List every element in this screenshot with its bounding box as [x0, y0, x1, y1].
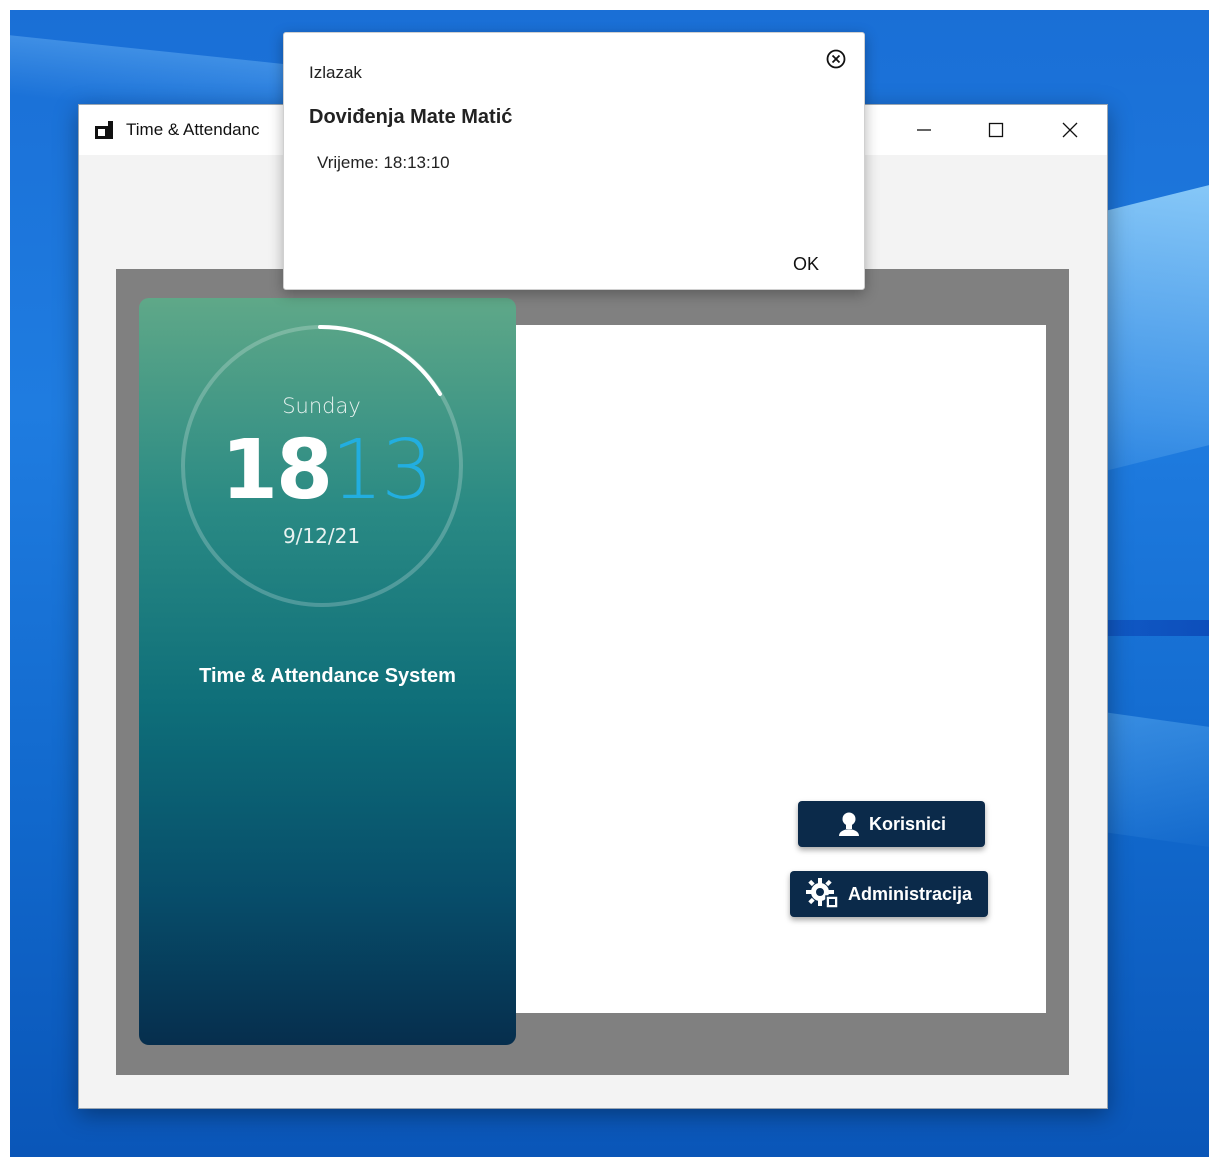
app-logo-icon — [95, 120, 115, 140]
clock-panel: Sunday 1813 9/12/21 Time & Attendance Sy… — [139, 298, 516, 1045]
minutes-value: 13 — [331, 423, 433, 518]
hours-value: 18 — [221, 423, 333, 518]
dialog-caption: Izlazak — [309, 63, 362, 82]
dialog-time-text: Vrijeme: 18:13:10 — [317, 153, 450, 172]
gear-icon — [805, 878, 840, 910]
close-circle-icon[interactable] — [824, 47, 848, 71]
minimize-button[interactable] — [887, 105, 961, 155]
users-button[interactable]: Korisnici — [798, 801, 985, 847]
close-button[interactable] — [1033, 105, 1107, 155]
administration-button-label: Administracija — [847, 883, 973, 904]
administration-button[interactable]: Administracija — [790, 871, 988, 917]
users-button-label: Korisnici — [868, 813, 947, 834]
day-label: Sunday — [282, 394, 361, 418]
user-icon — [837, 811, 861, 837]
window-title: Time & Attendanc — [126, 120, 260, 139]
system-title: Time & Attendance System — [199, 665, 456, 687]
date-label: 9/12/21 — [282, 524, 361, 548]
clock-progress-arc — [318, 324, 442, 396]
ok-button[interactable]: OK — [774, 247, 838, 281]
dialog-heading: Doviđenja Mate Matić — [309, 106, 513, 128]
content-frame: Sunday 1813 9/12/21 Time & Attendance Sy… — [116, 269, 1069, 1075]
maximize-button[interactable] — [959, 105, 1033, 155]
time-display: 1813 — [221, 423, 433, 518]
exit-notification-dialog: Izlazak Doviđenja Mate Matić Vrijeme: 18… — [283, 32, 865, 290]
